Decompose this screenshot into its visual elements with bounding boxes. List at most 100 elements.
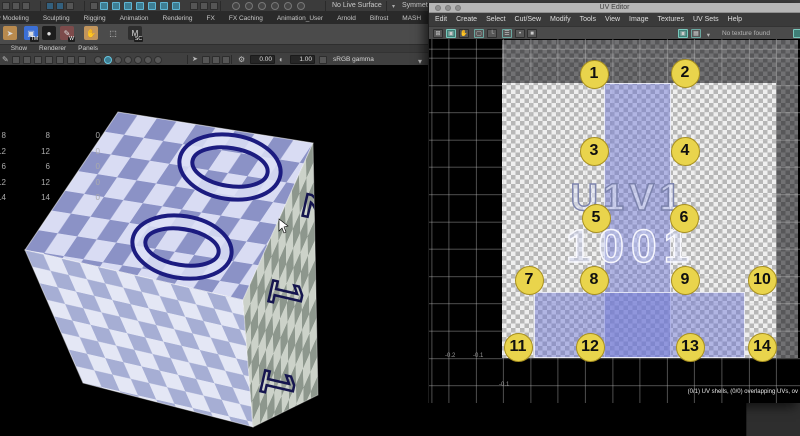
uv-menu-create[interactable]: Create [456,16,477,23]
status-tool-icon[interactable] [172,2,180,10]
uv-point-marker-12[interactable]: 12 [576,333,605,362]
uv-point-marker-4[interactable]: 4 [671,137,700,166]
shelf-tab-mash[interactable]: MASH [402,15,421,22]
uv-point-marker-6[interactable]: 6 [670,204,699,233]
chevron-down-icon[interactable]: ▾ [418,57,422,65]
snap-icon[interactable] [297,2,305,10]
uv-move-icon[interactable]: ⊞ [433,29,443,38]
snap-icon[interactable] [284,2,292,10]
render-mode-icon[interactable] [154,56,162,64]
shelf-tab-rendering[interactable]: Rendering [163,15,193,22]
uv-menu-view[interactable]: View [605,16,620,23]
status-tool-icon[interactable] [190,2,198,10]
shelf-tab-arnold[interactable]: Arnold [337,15,356,22]
grab-tool-shelf-icon[interactable]: ➤ [3,26,17,40]
uv-menu-modify[interactable]: Modify [550,16,571,23]
uv-canvas[interactable]: U1V1 1001 (0/1) UV shells, (0/0) overlap… [429,39,800,403]
gamma-field[interactable]: 1.00 [290,55,315,64]
status-tool-icon[interactable] [90,2,98,10]
panel-menu-renderer[interactable]: Renderer [39,45,66,52]
uv-dot-icon[interactable]: • [515,29,525,38]
uv-point-marker-11[interactable]: 11 [504,333,533,362]
isolate-icon[interactable] [222,56,230,64]
view-layout-icon[interactable] [56,56,64,64]
pencil-icon[interactable]: ✎ [2,55,9,64]
view-layout-icon[interactable] [34,56,42,64]
chevron-down-icon[interactable]: ▾ [392,3,395,10]
chevron-down-icon[interactable]: ▾ [707,31,710,39]
shelf-tab-bifrost[interactable]: Bifrost [370,15,388,22]
uv-menu-textures[interactable]: Textures [658,16,684,23]
uv-menu-cut-sew[interactable]: Cut/Sew [515,16,541,23]
cursor-icon[interactable]: ➤ [192,55,198,64]
snap-icon[interactable] [271,2,279,10]
paint-shelf-icon[interactable]: ✎W [60,26,74,40]
shelf-tab-fx[interactable]: FX [207,15,215,22]
uv-menu-uv-sets[interactable]: UV Sets [693,16,719,23]
uv-point-marker-5[interactable]: 5 [582,204,611,233]
shelf-tab-poly-modeling[interactable]: Poly Modeling [0,15,29,22]
snap-icon[interactable] [245,2,253,10]
uv-point-marker-2[interactable]: 2 [671,59,700,88]
maya-sc-shelf-icon[interactable]: MSC [128,26,142,40]
uv-editor-titlebar[interactable]: UV Editor [429,3,800,13]
color-management-icon[interactable] [319,56,327,64]
status-tool-icon[interactable] [200,2,208,10]
isolate-icon[interactable] [202,56,210,64]
uv-corner-icon[interactable]: └ [487,29,497,38]
status-tool-icon[interactable] [2,2,10,10]
shelf-tab-animation[interactable]: Animation [120,15,149,22]
status-tool-icon[interactable] [136,2,144,10]
panel-menu-show[interactable]: Show [11,45,27,52]
uv-point-marker-9[interactable]: 9 [671,266,700,295]
status-tool-icon[interactable] [112,2,120,10]
status-tool-icon[interactable] [148,2,156,10]
uv-menu-edit[interactable]: Edit [435,16,447,23]
uv-snapshot-icon[interactable]: ■ [527,29,537,38]
uv-grab-icon[interactable]: ✋ [459,29,469,38]
uv-point-marker-3[interactable]: 3 [580,137,609,166]
shelf-tab-fx-caching[interactable]: FX Caching [229,15,263,22]
uv-shell-horizontal-band[interactable] [534,292,745,358]
status-tool-icon[interactable] [56,2,64,10]
render-mode-icon[interactable] [94,56,102,64]
view-layout-icon[interactable] [78,56,86,64]
uv-menu-tools[interactable]: Tools [580,16,596,23]
no-live-surface-button[interactable]: No Live Surface [332,2,382,9]
status-tool-icon[interactable] [100,2,108,10]
render-mode-icon[interactable] [134,56,142,64]
contrast-icon[interactable]: ◐ [279,55,284,64]
uv-shell-icon[interactable]: ▣ [446,29,456,38]
uv-list-icon[interactable]: ☰ [502,29,512,38]
hand-shelf-icon[interactable]: ✋ [84,26,98,40]
view-transform-dropdown[interactable]: sRGB gamma [333,56,374,63]
view-layout-icon[interactable] [67,56,75,64]
status-tool-icon[interactable] [160,2,168,10]
render-mode-icon[interactable] [144,56,152,64]
uv-point-marker-14[interactable]: 14 [748,333,777,362]
uv-point-marker-10[interactable]: 10 [748,266,777,295]
shelf-tab-sculpting[interactable]: Sculpting [43,15,70,22]
texture-display-icon[interactable]: ▣ [678,29,688,38]
uv-point-marker-1[interactable]: 1 [580,60,609,89]
render-mode-icon[interactable] [114,56,122,64]
uv-point-marker-8[interactable]: 8 [580,266,609,295]
status-tool-icon[interactable] [12,2,20,10]
shelf-tab-rigging[interactable]: Rigging [84,15,106,22]
snap-icon[interactable] [232,2,240,10]
render-mode-icon[interactable] [124,56,132,64]
gear-icon[interactable]: ⚙ [238,55,245,64]
status-tool-icon[interactable] [124,2,132,10]
uv-point-marker-7[interactable]: 7 [515,266,544,295]
wire-cube-shelf-icon[interactable]: ⬚ [106,26,120,40]
render-mode-icon[interactable] [104,56,112,64]
view-layout-icon[interactable] [12,56,20,64]
status-tool-icon[interactable] [210,2,218,10]
status-tool-icon[interactable] [66,2,74,10]
uv-option-icon[interactable] [793,29,800,38]
uv-menu-help[interactable]: Help [728,16,742,23]
isolate-icon[interactable] [212,56,220,64]
panel-menu-panels[interactable]: Panels [78,45,98,52]
uv-border-icon[interactable]: ▢ [474,29,484,38]
status-tool-icon[interactable] [46,2,54,10]
